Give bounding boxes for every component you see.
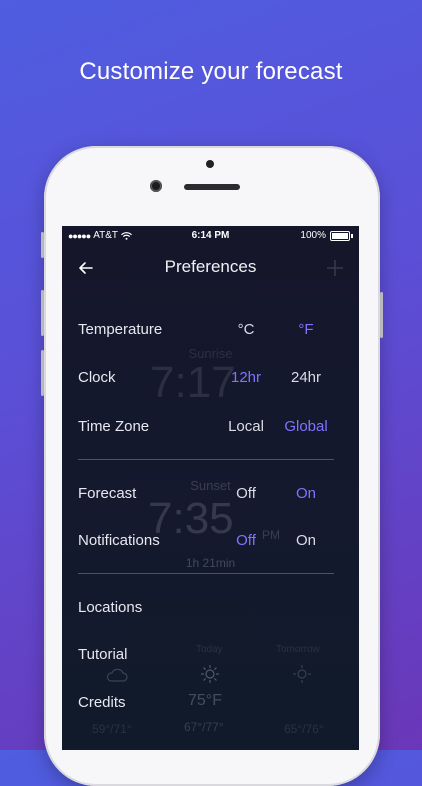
- link-label: Locations: [78, 599, 143, 616]
- pref-row-time-zone: Time Zone Local Global: [78, 418, 340, 442]
- pref-label: Clock: [78, 369, 116, 386]
- nav-bar: Preferences: [62, 254, 359, 282]
- phone-screen: ●●●●● AT&T 6:14 PM 100% Sunrise 7:17 Sun…: [62, 226, 359, 750]
- pref-label: Temperature: [78, 321, 163, 338]
- add-location-icon: [327, 260, 343, 276]
- option-12hr[interactable]: 12hr: [216, 369, 276, 386]
- divider: [78, 459, 334, 460]
- battery-percent: 100%: [300, 230, 326, 241]
- pref-row-clock: Clock 12hr 24hr: [78, 369, 340, 393]
- earpiece-speaker: [184, 184, 240, 190]
- option-notifications-off[interactable]: Off: [216, 532, 276, 549]
- bg-day-length: 1h 21min: [185, 556, 236, 570]
- option-forecast-off[interactable]: Off: [216, 485, 276, 502]
- option-local[interactable]: Local: [216, 418, 276, 435]
- pref-label: Forecast: [78, 485, 137, 502]
- option-global[interactable]: Global: [276, 418, 336, 435]
- bg-tomorrow-range: 65°/76°: [284, 722, 324, 736]
- pref-row-notifications: Notifications Off On: [78, 532, 340, 556]
- link-label: Tutorial: [78, 646, 128, 663]
- battery-icon: [330, 230, 350, 241]
- divider: [78, 573, 334, 574]
- pref-label: Time Zone: [78, 418, 150, 435]
- option-notifications-on[interactable]: On: [276, 532, 336, 549]
- power-button: [380, 292, 383, 338]
- headline: Customize your forecast: [79, 58, 343, 85]
- option-fahrenheit[interactable]: °F: [276, 321, 336, 338]
- link-tutorial[interactable]: Tutorial: [78, 646, 340, 670]
- bg-yesterday-range: 59°/71°: [92, 722, 132, 736]
- front-camera: [150, 180, 162, 192]
- page-title: Preferences: [164, 257, 257, 276]
- status-bar: ●●●●● AT&T 6:14 PM 100%: [62, 226, 359, 246]
- option-24hr[interactable]: 24hr: [276, 369, 336, 386]
- option-celsius[interactable]: °C: [216, 321, 276, 338]
- pref-row-temperature: Temperature °C °F: [78, 321, 340, 345]
- option-forecast-on[interactable]: On: [276, 485, 336, 502]
- link-label: Credits: [78, 694, 126, 711]
- link-locations[interactable]: Locations: [78, 599, 340, 623]
- pref-label: Notifications: [78, 532, 160, 549]
- link-credits[interactable]: Credits: [78, 694, 340, 718]
- front-sensor: [206, 160, 214, 168]
- cloud-icon: [106, 668, 128, 682]
- pref-row-forecast: Forecast Off On: [78, 485, 340, 509]
- bg-today-range: 67°/77°: [184, 720, 224, 734]
